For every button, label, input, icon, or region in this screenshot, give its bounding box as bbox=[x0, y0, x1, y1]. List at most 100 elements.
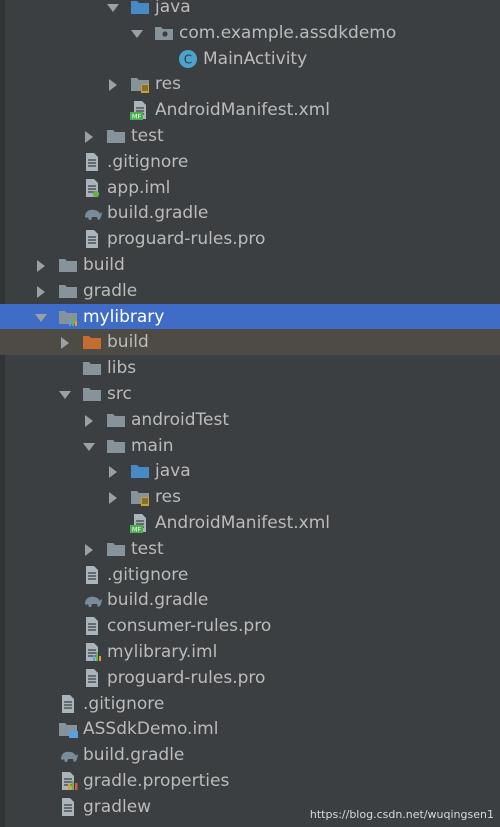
tree-row-label: mylibrary.iml bbox=[107, 642, 218, 662]
tree-row-label: test bbox=[131, 126, 164, 146]
tree-row-label: consumer-rules.pro bbox=[107, 616, 272, 637]
package-icon bbox=[154, 23, 174, 43]
tree-row[interactable]: test bbox=[0, 123, 500, 149]
text-file-icon bbox=[58, 797, 78, 817]
tree-row-label: proguard-rules.pro bbox=[107, 229, 266, 250]
tree-row-label: build.gradle bbox=[107, 203, 209, 224]
tree-row[interactable]: .gitignore bbox=[0, 691, 500, 717]
source-folder-icon bbox=[130, 461, 150, 481]
text-file-icon bbox=[82, 152, 102, 172]
tree-row-label: gradle bbox=[83, 280, 138, 301]
triangle-right-icon[interactable] bbox=[34, 258, 48, 272]
folder-icon bbox=[106, 126, 126, 146]
tree-row-label: mylibrary bbox=[83, 306, 165, 327]
tree-row[interactable]: C MainActivity bbox=[0, 46, 500, 72]
tree-row[interactable]: build bbox=[0, 329, 500, 356]
tree-row[interactable]: com.example.assdkdemo bbox=[0, 20, 500, 46]
tree-row[interactable]: mylibrary bbox=[0, 303, 500, 330]
tree-row[interactable]: app.iml bbox=[0, 175, 500, 201]
tree-row[interactable]: build.gradle bbox=[0, 200, 500, 226]
text-file-icon bbox=[82, 668, 102, 688]
module-file-icon bbox=[82, 642, 102, 662]
text-file-icon bbox=[58, 694, 78, 714]
tree-row-label: androidTest bbox=[131, 409, 229, 430]
tree-row-label: AndroidManifest.xml bbox=[155, 100, 331, 121]
tree-row-label: libs bbox=[107, 358, 137, 379]
tree-row-label: com.example.assdkdemo bbox=[179, 22, 397, 43]
manifest-icon: MF bbox=[130, 513, 150, 534]
triangle-right-icon[interactable] bbox=[82, 129, 96, 143]
triangle-right-icon[interactable] bbox=[106, 77, 120, 92]
folder-icon bbox=[106, 539, 126, 559]
triangle-down-icon[interactable] bbox=[82, 439, 96, 453]
source-folder-icon bbox=[130, 0, 150, 17]
tree-row[interactable]: .gitignore bbox=[0, 562, 500, 588]
tree-row[interactable]: src bbox=[0, 381, 500, 407]
tree-row[interactable]: gradle.properties bbox=[0, 768, 500, 794]
tree-row-label: MainActivity bbox=[203, 48, 308, 69]
triangle-right-icon[interactable] bbox=[34, 284, 48, 298]
folder-icon bbox=[58, 281, 78, 301]
triangle-down-icon[interactable] bbox=[34, 310, 48, 324]
tree-row-label: gradlew bbox=[83, 796, 152, 817]
text-file-icon bbox=[82, 616, 102, 636]
tree-row[interactable]: MF AndroidManifest.xml bbox=[0, 97, 500, 123]
tree-row-label: gradle.properties bbox=[83, 771, 230, 791]
svg-text:C: C bbox=[184, 52, 192, 66]
class-icon: C bbox=[178, 49, 198, 69]
tree-row[interactable]: build.gradle bbox=[0, 587, 500, 613]
triangle-down-icon[interactable] bbox=[58, 387, 72, 401]
text-file-icon bbox=[82, 565, 102, 585]
tree-row[interactable]: res bbox=[0, 484, 500, 510]
tree-row[interactable]: ASSdkDemo.iml bbox=[0, 716, 500, 742]
tree-row[interactable]: mylibrary.iml bbox=[0, 639, 500, 665]
tree-row-label: main bbox=[131, 435, 174, 456]
triangle-down-icon[interactable] bbox=[106, 0, 120, 14]
triangle-down-icon[interactable] bbox=[130, 26, 144, 40]
tree-row[interactable]: java bbox=[0, 0, 500, 20]
tree-row[interactable]: build bbox=[0, 252, 500, 278]
excluded-folder-icon bbox=[82, 332, 102, 352]
tree-row-label: build.gradle bbox=[107, 590, 209, 611]
tree-row-label: .gitignore bbox=[107, 151, 189, 172]
tree-row[interactable]: proguard-rules.pro bbox=[0, 665, 500, 691]
tree-row[interactable]: test bbox=[0, 536, 500, 562]
resource-folder-icon bbox=[130, 74, 150, 94]
module-icon bbox=[58, 307, 78, 327]
gradle-elephant-icon bbox=[58, 745, 78, 765]
triangle-right-icon[interactable] bbox=[82, 542, 96, 556]
triangle-right-icon[interactable] bbox=[106, 490, 120, 505]
manifest-icon: MF bbox=[130, 100, 150, 121]
tree-row[interactable]: res bbox=[0, 71, 500, 97]
folder-icon bbox=[82, 358, 102, 378]
text-file-icon bbox=[82, 229, 102, 249]
triangle-right-icon[interactable] bbox=[106, 464, 120, 479]
folder-icon bbox=[82, 384, 102, 404]
tree-row-label: java bbox=[155, 461, 191, 482]
gradle-elephant-icon bbox=[82, 203, 102, 223]
tree-row[interactable]: proguard-rules.pro bbox=[0, 226, 500, 252]
tree-row[interactable]: build.gradle bbox=[0, 742, 500, 768]
tree-row[interactable]: gradle bbox=[0, 278, 500, 304]
tree-row[interactable]: java bbox=[0, 458, 500, 484]
tree-row[interactable]: androidTest bbox=[0, 407, 500, 433]
folder-icon bbox=[106, 436, 126, 456]
tree-row-label: res bbox=[155, 74, 181, 95]
tree-row-label: build bbox=[83, 255, 125, 275]
tree-row[interactable]: libs bbox=[0, 355, 500, 381]
tree-row-label: .gitignore bbox=[83, 693, 165, 714]
project-tree[interactable]: java com.example.assdkdemo C MainActivity … bbox=[0, 0, 500, 827]
tree-row-label: java bbox=[155, 0, 191, 17]
tree-row[interactable]: .gitignore bbox=[0, 149, 500, 175]
folder-icon bbox=[58, 255, 78, 275]
watermark: https://blog.csdn.net/wuqingsen1 bbox=[309, 808, 494, 821]
tree-row[interactable]: MF AndroidManifest.xml bbox=[0, 510, 500, 536]
triangle-right-icon[interactable] bbox=[58, 335, 72, 350]
module-file-icon bbox=[82, 178, 102, 198]
tree-row[interactable]: main bbox=[0, 433, 500, 459]
tree-row-label: test bbox=[131, 538, 164, 559]
tree-row-label: build.gradle bbox=[83, 745, 185, 766]
tree-row-label: proguard-rules.pro bbox=[107, 667, 266, 688]
triangle-right-icon[interactable] bbox=[82, 413, 96, 427]
tree-row[interactable]: consumer-rules.pro bbox=[0, 613, 500, 639]
